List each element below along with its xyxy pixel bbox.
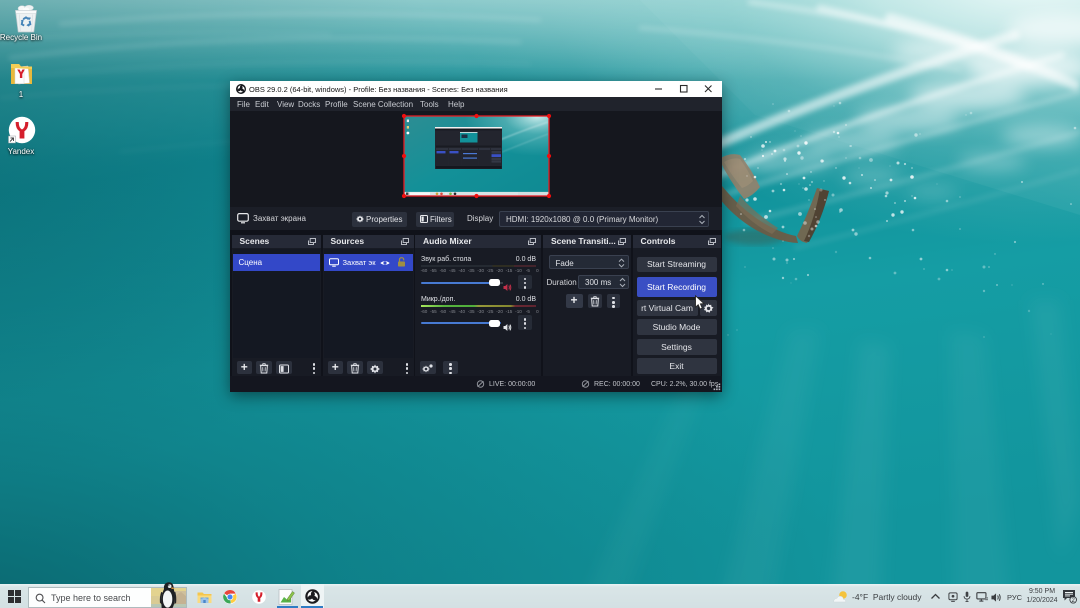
svg-text:-5: -5 xyxy=(526,309,531,314)
svg-text:0: 0 xyxy=(536,309,539,314)
svg-text:-35: -35 xyxy=(468,309,475,314)
svg-text:-30: -30 xyxy=(477,268,484,273)
svg-text:-10: -10 xyxy=(515,309,522,314)
svg-text:-10: -10 xyxy=(515,268,522,273)
svg-text:-20: -20 xyxy=(496,309,503,314)
svg-text:-60: -60 xyxy=(421,268,428,273)
svg-text:-50: -50 xyxy=(440,309,447,314)
svg-text:-25: -25 xyxy=(487,268,494,273)
svg-text:-40: -40 xyxy=(458,309,465,314)
svg-text:-20: -20 xyxy=(496,268,503,273)
svg-text:-25: -25 xyxy=(487,309,494,314)
svg-text:0: 0 xyxy=(536,268,539,273)
svg-text:-55: -55 xyxy=(430,268,437,273)
svg-text:-45: -45 xyxy=(449,309,456,314)
svg-text:-5: -5 xyxy=(526,268,531,273)
svg-text:-45: -45 xyxy=(449,268,456,273)
svg-text:-60: -60 xyxy=(421,309,428,314)
svg-text:-55: -55 xyxy=(430,309,437,314)
svg-text:-50: -50 xyxy=(440,268,447,273)
svg-text:-35: -35 xyxy=(468,268,475,273)
svg-text:-15: -15 xyxy=(506,268,513,273)
svg-text:-30: -30 xyxy=(477,309,484,314)
svg-text:-40: -40 xyxy=(458,268,465,273)
svg-text:-15: -15 xyxy=(506,309,513,314)
